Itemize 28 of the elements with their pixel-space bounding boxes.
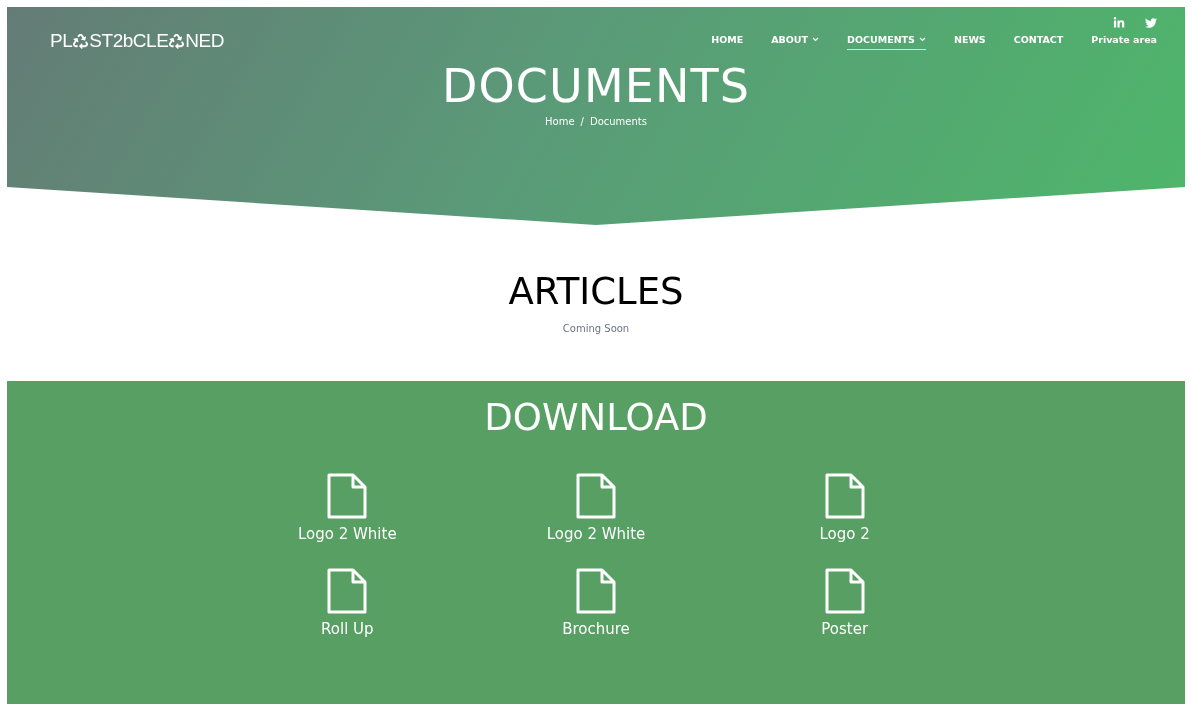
- nav-link[interactable]: ABOUT: [771, 32, 820, 50]
- nav-link[interactable]: DOCUMENTS: [847, 32, 926, 50]
- file-download-link[interactable]: Logo 2: [720, 473, 969, 546]
- nav-link[interactable]: CONTACT: [1013, 32, 1064, 50]
- breadcrumb-separator: /: [580, 114, 584, 129]
- nav-link[interactable]: Private area: [1091, 32, 1157, 50]
- chevron-icon: [918, 37, 926, 43]
- chevron-icon: [812, 37, 820, 43]
- document-icon: [327, 473, 368, 519]
- page-title: DOCUMENTS: [441, 59, 751, 112]
- document-icon: [824, 567, 865, 614]
- section-heading: DOWNLOAD: [484, 397, 708, 439]
- document-icon: [576, 473, 616, 519]
- document-icon: [824, 473, 865, 519]
- document-icon: [327, 567, 368, 614]
- file-download-link[interactable]: Roll Up: [223, 567, 472, 640]
- breadcrumb-link[interactable]: Documents: [589, 113, 647, 129]
- site-logo[interactable]: PL ST2bCLE NED: [50, 27, 225, 56]
- breadcrumb-link[interactable]: Home: [545, 113, 575, 129]
- nav-link[interactable]: HOME: [711, 32, 744, 50]
- file-download-link[interactable]: Logo 2 White: [471, 473, 721, 546]
- coming-soon-text: Coming Soon: [562, 322, 630, 336]
- file-download-link[interactable]: Poster: [720, 567, 969, 640]
- file-download-link[interactable]: Logo 2 White: [223, 473, 472, 546]
- document-icon: [576, 567, 616, 614]
- section-heading: ARTICLES: [508, 271, 684, 313]
- nav-link[interactable]: NEWS: [953, 32, 986, 50]
- file-download-link[interactable]: Brochure: [471, 567, 721, 640]
